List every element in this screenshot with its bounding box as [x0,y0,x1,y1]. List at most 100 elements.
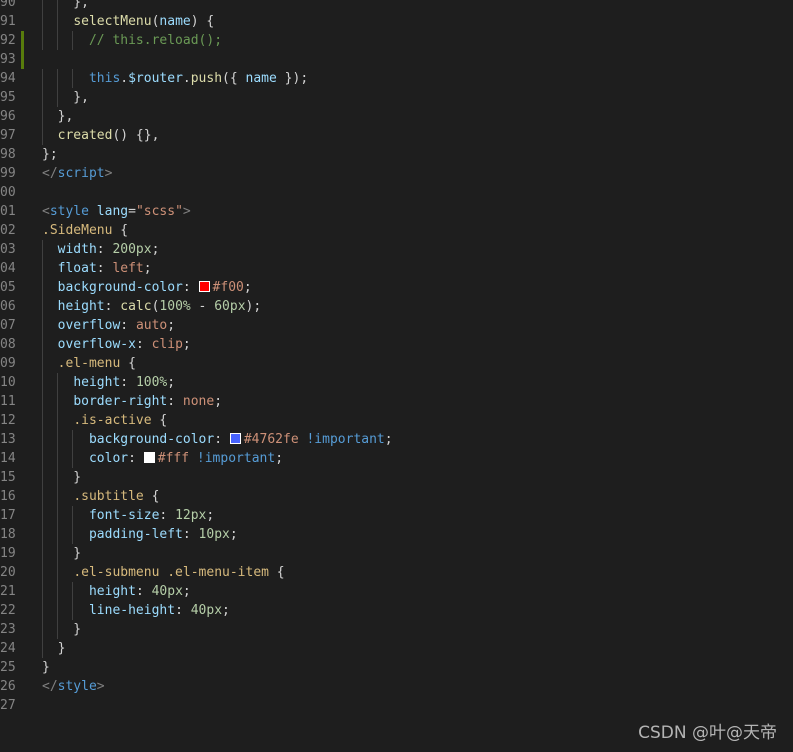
line-number: 20 [0,565,16,580]
line-number: 99 [0,166,16,181]
line-code: }, [42,88,89,107]
code-line[interactable]: 27 [0,696,793,715]
code-token: ; [182,584,191,599]
line-code: padding-left: 10px; [42,525,238,544]
code-line[interactable]: 05 background-color: #f00; [0,278,793,297]
code-token: .is-active [73,413,152,428]
code-line[interactable]: 90 }, [0,0,793,12]
code-line[interactable]: 22 line-height: 40px; [0,601,793,620]
code-line[interactable]: 04 float: left; [0,259,793,278]
code-line[interactable]: 93 [0,50,793,69]
code-line[interactable]: 09 .el-menu { [0,354,793,373]
code-token: ); [245,299,262,314]
code-token: : [104,299,121,314]
line-number: 03 [0,242,16,257]
line-code: background-color: #4762fe !important; [42,430,393,449]
line-code: }; [42,145,58,164]
code-line[interactable]: 95 }, [0,88,793,107]
code-line[interactable]: 96 }, [0,107,793,126]
code-line[interactable]: 15 } [0,468,793,487]
line-number: 05 [0,280,16,295]
code-token: name [245,71,277,86]
code-token: . [182,71,191,86]
code-line[interactable]: 25} [0,658,793,677]
code-line[interactable]: 21 height: 40px; [0,582,793,601]
code-line[interactable]: 19 } [0,544,793,563]
line-code: <style lang="scss"> [42,202,191,221]
code-token: ({ [222,71,246,86]
code-token: > [182,204,191,219]
line-code: created() {}, [42,126,160,145]
code-token: !important [196,451,276,466]
line-code: // this.reload(); [42,31,222,50]
code-line[interactable]: 26 </style> [0,677,793,696]
code-line[interactable]: 99 </script> [0,164,793,183]
code-line[interactable]: 92 // this.reload(); [0,31,793,50]
code-token: left [112,261,144,276]
code-token: : [120,318,136,333]
code-token: ; [143,261,152,276]
code-line[interactable]: 24 } [0,639,793,658]
line-number: 94 [0,71,16,86]
line-number: 15 [0,470,16,485]
code-line[interactable]: 20 .el-submenu .el-menu-item { [0,563,793,582]
code-editor[interactable]: 90 }, 91 selectMenu(name) {92 // this.rel… [0,0,793,752]
code-token: : [120,375,136,390]
code-line[interactable]: 98}; [0,145,793,164]
color-swatch-icon[interactable] [229,433,241,444]
line-number: 11 [0,394,16,409]
code-line[interactable]: 23 } [0,620,793,639]
code-token: float [57,261,97,276]
code-token: 40px [190,603,223,618]
code-line[interactable]: 03 width: 200px; [0,240,793,259]
code-line[interactable]: 00 [0,183,793,202]
code-line[interactable]: 07 overflow: auto; [0,316,793,335]
code-line[interactable]: 02 .SideMenu { [0,221,793,240]
code-token: script [57,166,105,181]
code-line[interactable]: 18 padding-left: 10px; [0,525,793,544]
code-line[interactable]: 16 .subtitle { [0,487,793,506]
code-token: < [42,204,50,219]
code-line[interactable]: 08 overflow-x: clip; [0,335,793,354]
line-code: this.$router.push({ name }); [42,69,308,88]
code-line[interactable]: 17 font-size: 12px; [0,506,793,525]
code-token: ; [275,451,284,466]
line-number: 04 [0,261,16,276]
code-lines: 90 }, 91 selectMenu(name) {92 // this.rel… [0,0,793,715]
color-swatch-icon[interactable] [198,281,210,292]
code-line[interactable]: 14 color: #fff !important; [0,449,793,468]
code-token: : [159,508,176,523]
code-line[interactable]: 11 border-right: none; [0,392,793,411]
line-code: .el-submenu .el-menu-item { [42,563,284,582]
code-line[interactable]: 13 background-color: #4762fe !important; [0,430,793,449]
code-token: : [167,394,183,409]
code-token: . [120,71,129,86]
code-line[interactable]: 94 this.$router.push({ name }); [0,69,793,88]
line-number: 14 [0,451,16,466]
code-line[interactable]: 01 <style lang="scss"> [0,202,793,221]
code-line[interactable]: 97 created() {}, [0,126,793,145]
line-code: </style> [42,677,105,696]
code-line[interactable]: 91 selectMenu(name) { [0,12,793,31]
code-line[interactable]: 12 .is-active { [0,411,793,430]
code-line[interactable]: 10 height: 100%; [0,373,793,392]
line-code: } [42,468,81,487]
color-swatch-icon[interactable] [143,452,155,463]
code-line[interactable]: 06 height: calc(100% - 60px); [0,297,793,316]
code-token: ; [167,318,176,333]
line-code: .subtitle { [42,487,159,506]
code-token: name [159,14,191,29]
code-token: </ [42,679,58,694]
code-token: font-size [88,508,160,523]
line-code: overflow: auto; [42,316,175,335]
code-token: width [57,242,97,257]
line-number: 22 [0,603,16,618]
